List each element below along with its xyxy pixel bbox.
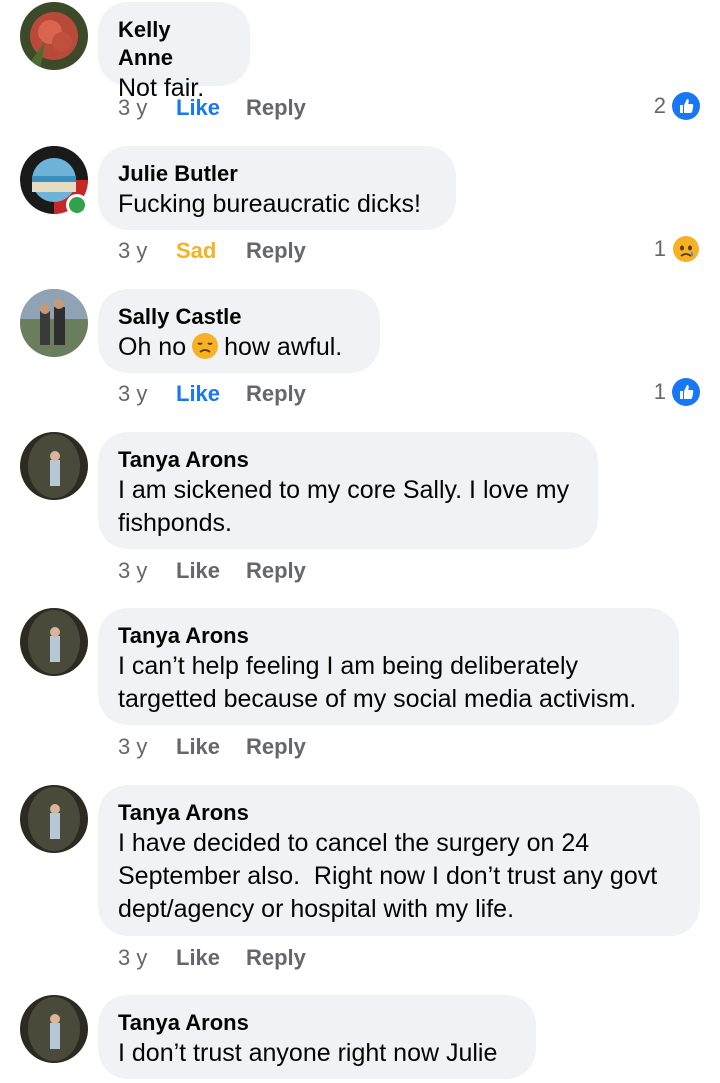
reaction-summary[interactable]: 2 [654, 92, 700, 120]
comment-meta: 3 y Like Reply [118, 94, 306, 122]
comment-bubble: Tanya Arons I have decided to cancel the… [98, 785, 700, 936]
avatar[interactable] [20, 2, 88, 70]
reaction-count: 1 [653, 236, 666, 261]
comment-meta: 3 y Like Reply [118, 557, 306, 585]
author-name[interactable]: Tanya Arons [118, 1009, 516, 1037]
avatar[interactable] [20, 289, 88, 357]
like-button[interactable]: Like [176, 733, 246, 761]
comment-bubble: Julie Butler Fucking bureaucratic dicks! [98, 146, 456, 230]
comment-meta: 3 y Like Reply [118, 380, 306, 408]
author-name[interactable]: Sally Castle [118, 303, 360, 331]
sad-icon [672, 235, 700, 263]
avatar[interactable] [20, 608, 88, 676]
sad-reaction-button[interactable]: Sad [176, 237, 246, 265]
like-button[interactable]: Like [176, 94, 246, 122]
author-name[interactable]: Tanya Arons [118, 622, 659, 650]
comment-meta: 3 y Sad Reply [118, 237, 306, 265]
timestamp[interactable]: 3 y [118, 237, 176, 265]
reply-button[interactable]: Reply [246, 94, 306, 122]
comment-meta: 3 y Like Reply [118, 733, 306, 761]
reply-button[interactable]: Reply [246, 733, 306, 761]
author-name[interactable]: Kelly Anne [118, 16, 230, 72]
comment-text: Oh no how awful. [118, 331, 360, 364]
comment-text-end: how awful. [224, 333, 343, 361]
timestamp[interactable]: 3 y [118, 380, 176, 408]
comment-text-line: I have decided to cancel the surgery on … [118, 829, 590, 857]
like-button[interactable]: Like [176, 944, 246, 972]
timestamp[interactable]: 3 y [118, 944, 176, 972]
timestamp[interactable]: 3 y [118, 733, 176, 761]
comment-text-line: I can’t help feeling I am being delibera… [118, 652, 579, 680]
like-icon [672, 378, 700, 406]
comment-bubble: Tanya Arons I don’t trust anyone right n… [98, 995, 536, 1079]
reaction-summary[interactable]: 1 [654, 378, 700, 406]
timestamp[interactable]: 3 y [118, 94, 176, 122]
comment-text-line: fishponds. [118, 509, 232, 537]
comment-text-line: I am sickened to my core Sally. I love m… [118, 476, 570, 504]
reply-button[interactable]: Reply [246, 237, 306, 265]
reply-button[interactable]: Reply [246, 944, 306, 972]
comment-text-line: dept/agency or hospital with my life. [118, 895, 515, 923]
like-button[interactable]: Like [176, 557, 246, 585]
avatar[interactable] [20, 432, 88, 500]
like-icon [672, 92, 700, 120]
author-name[interactable]: Tanya Arons [118, 446, 578, 474]
reply-button[interactable]: Reply [246, 380, 306, 408]
comment-text-line: September also. Right now I don’t trust … [118, 862, 658, 890]
comment-text-start: Oh no [118, 333, 187, 361]
timestamp[interactable]: 3 y [118, 557, 176, 585]
reaction-summary[interactable]: 1 [654, 235, 700, 263]
comment-text-line: targetted because of my social media act… [118, 685, 637, 713]
comment-bubble: Tanya Arons I can’t help feeling I am be… [98, 608, 679, 725]
disappointed-face-icon [190, 331, 220, 361]
comment-text: Fucking bureaucratic dicks! [118, 190, 421, 218]
comment-bubble: Sally Castle Oh no how awful. [98, 289, 380, 373]
avatar[interactable] [20, 995, 88, 1063]
author-name[interactable]: Julie Butler [118, 160, 436, 188]
comment-text: I don’t trust anyone right now Julie [118, 1039, 498, 1067]
author-name[interactable]: Tanya Arons [118, 799, 680, 827]
like-button[interactable]: Like [176, 380, 246, 408]
comment-bubble: Kelly Anne Not fair. [98, 2, 250, 102]
avatar[interactable] [20, 785, 88, 853]
comment-meta: 3 y Like Reply [118, 944, 306, 972]
reaction-count: 1 [653, 379, 666, 404]
reaction-count: 2 [653, 93, 666, 118]
reply-button[interactable]: Reply [246, 557, 306, 585]
online-indicator [66, 194, 88, 216]
comment-bubble: Tanya Arons I am sickened to my core Sal… [98, 432, 598, 549]
